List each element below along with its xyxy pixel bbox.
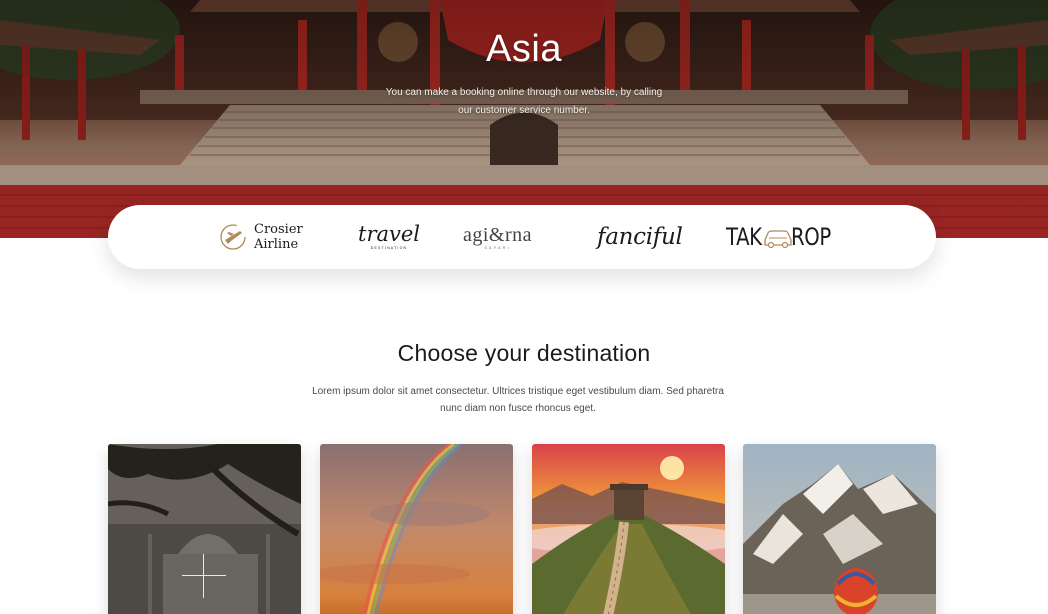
destination-card-rainbow[interactable] — [320, 444, 513, 614]
plus-icon[interactable] — [182, 554, 226, 598]
destination-card-great-wall[interactable] — [532, 444, 725, 614]
partner-logo-travel[interactable]: travel DESTINATION — [358, 205, 420, 269]
destination-card-taj-mahal[interactable] — [108, 444, 301, 614]
destination-card-mountains[interactable] — [743, 444, 936, 614]
partner-logos-bar: Crosier Airline travel DESTINATION agi&r… — [108, 205, 936, 269]
great-wall-image — [532, 444, 725, 614]
partner-logo-text: agi&rna — [463, 224, 533, 246]
section-description: Lorem ipsum dolor sit amet consectetur. … — [312, 386, 724, 414]
partner-logo-agirna[interactable]: agi&rna SAFARI — [463, 205, 532, 269]
partner-logo-crosier-airline[interactable]: Crosier Airline — [218, 205, 303, 269]
partner-logo-text: travel — [358, 222, 421, 246]
hero-title: Asia — [486, 28, 562, 70]
partner-logo-text: Airline — [254, 237, 299, 252]
partner-logo-text: Crosier — [254, 222, 303, 237]
partner-logo-tagline: DESTINATION — [370, 246, 408, 250]
partner-logo-text: fanciful — [597, 224, 683, 250]
rainbow-sunset-image — [320, 444, 513, 614]
partner-logo-fanciful[interactable]: fanciful — [597, 205, 683, 269]
partner-logo-tagline: SAFARI — [484, 245, 511, 250]
airplane-circle-icon — [220, 224, 246, 250]
hero-subtitle: You can make a booking online through ou… — [385, 87, 663, 116]
partner-logo-text: TAK — [726, 223, 762, 251]
section-title: Choose your destination — [397, 340, 651, 366]
mountains-balloon-image — [743, 444, 936, 614]
hero-banner: Asia You can make a booking online throu… — [0, 0, 1048, 238]
partner-logo-takrop[interactable]: TAK ROP — [726, 205, 840, 269]
partner-logo-text: ROP — [791, 223, 832, 251]
